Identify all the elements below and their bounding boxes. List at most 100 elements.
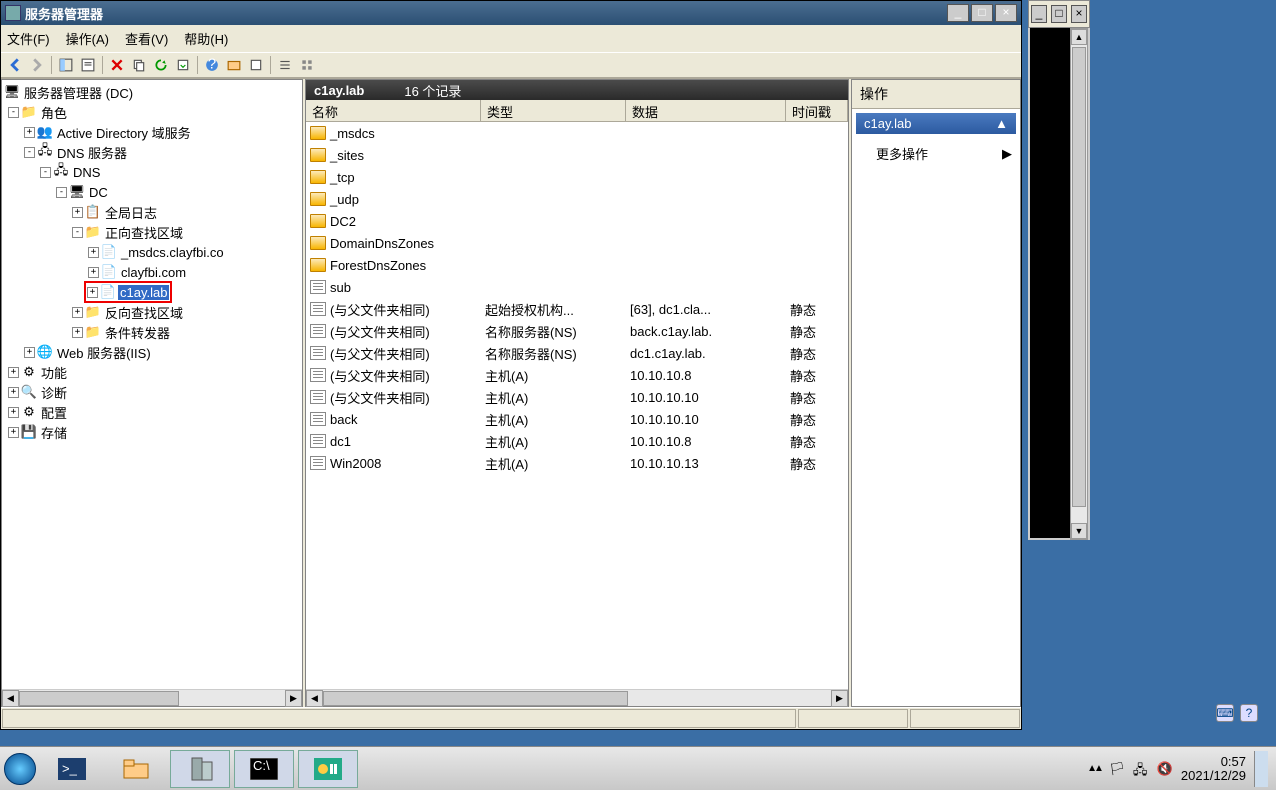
network-icon[interactable]: 🖧 bbox=[1133, 761, 1149, 777]
collapse-icon[interactable]: - bbox=[72, 227, 83, 238]
list-item[interactable]: ForestDnsZones bbox=[306, 254, 848, 276]
detail-view-button[interactable] bbox=[297, 55, 317, 75]
scroll-down-button[interactable]: ▼ bbox=[1071, 523, 1087, 539]
list-item[interactable]: _msdcs bbox=[306, 122, 848, 144]
list-item[interactable]: _tcp bbox=[306, 166, 848, 188]
flag-icon[interactable]: 🏳 bbox=[1109, 761, 1125, 777]
scroll-up-button[interactable]: ▲ bbox=[1071, 29, 1087, 45]
tree-node-zone-msdcs[interactable]: +📄_msdcs.clayfbi.co bbox=[2, 242, 302, 262]
list-item[interactable]: DomainDnsZones bbox=[306, 232, 848, 254]
tree-node-iis[interactable]: +🌐Web 服务器(IIS) bbox=[2, 342, 302, 362]
navigation-tree[interactable]: 🖥服务器管理器 (DC) -📁角色 +👥Active Directory 域服务… bbox=[2, 80, 302, 689]
list-item[interactable]: _sites bbox=[306, 144, 848, 166]
scroll-left-button[interactable]: ◀ bbox=[306, 690, 323, 707]
tree-node-storage[interactable]: +💾存储 bbox=[2, 422, 302, 442]
list-item[interactable]: back主机(A)10.10.10.10静态 bbox=[306, 408, 848, 430]
col-timestamp[interactable]: 时间戳 bbox=[786, 100, 848, 121]
collapse-icon[interactable]: - bbox=[24, 147, 35, 158]
taskbar-item-powershell[interactable]: >_ bbox=[42, 750, 102, 788]
expand-icon[interactable]: + bbox=[24, 127, 35, 138]
menu-help[interactable]: 帮助(H) bbox=[184, 29, 228, 48]
copy-button[interactable] bbox=[129, 55, 149, 75]
tree-node-reverse-zones[interactable]: +📁反向查找区域 bbox=[2, 302, 302, 322]
nav-back-button[interactable] bbox=[5, 55, 25, 75]
bg-close-button[interactable]: × bbox=[1071, 5, 1087, 23]
volume-icon[interactable]: 🔇 bbox=[1157, 761, 1173, 777]
list-item[interactable]: (与父文件夹相同)起始授权机构...[63], dc1.cla...静态 bbox=[306, 298, 848, 320]
menu-action[interactable]: 操作(A) bbox=[66, 29, 109, 48]
tree-node-config[interactable]: +⚙配置 bbox=[2, 402, 302, 422]
expand-icon[interactable]: + bbox=[24, 347, 35, 358]
background-window-scrollbar[interactable]: ▲ ▼ bbox=[1070, 28, 1088, 540]
expand-icon[interactable]: + bbox=[72, 327, 83, 338]
scroll-right-button[interactable]: ▶ bbox=[285, 690, 302, 707]
delete-button[interactable] bbox=[107, 55, 127, 75]
menu-file[interactable]: 文件(F) bbox=[7, 29, 50, 48]
menu-view[interactable]: 查看(V) bbox=[125, 29, 168, 48]
show-hide-button[interactable] bbox=[56, 55, 76, 75]
list-item[interactable]: dc1主机(A)10.10.10.8静态 bbox=[306, 430, 848, 452]
collapse-icon[interactable]: - bbox=[56, 187, 67, 198]
close-button[interactable]: × bbox=[995, 4, 1017, 22]
taskbar[interactable]: >_ C:\ ▲▲ 🏳 🖧 🔇 0:57 2021/12/29 bbox=[0, 746, 1276, 790]
tree-node-forward-zones[interactable]: -📁正向查找区域 bbox=[2, 222, 302, 242]
expand-icon[interactable]: + bbox=[8, 427, 19, 438]
list-item[interactable]: Win2008主机(A)10.10.10.13静态 bbox=[306, 452, 848, 474]
clock[interactable]: 0:57 2021/12/29 bbox=[1181, 755, 1246, 783]
taskbar-item-monitor[interactable] bbox=[298, 750, 358, 788]
minimize-button[interactable]: _ bbox=[947, 4, 969, 22]
tree-scrollbar[interactable]: ◀ ▶ bbox=[2, 689, 302, 706]
tree-node-global-log[interactable]: +📋全局日志 bbox=[2, 202, 302, 222]
start-button[interactable] bbox=[4, 753, 36, 785]
new-window-button[interactable] bbox=[224, 55, 244, 75]
tree-node-root[interactable]: 🖥服务器管理器 (DC) bbox=[2, 82, 302, 102]
list-item[interactable]: sub bbox=[306, 276, 848, 298]
nav-forward-button[interactable] bbox=[27, 55, 47, 75]
collapse-icon[interactable]: - bbox=[8, 107, 19, 118]
col-data[interactable]: 数据 bbox=[626, 100, 786, 121]
col-type[interactable]: 类型 bbox=[481, 100, 626, 121]
tree-node-ad[interactable]: +👥Active Directory 域服务 bbox=[2, 122, 302, 142]
help-icon[interactable]: ? bbox=[1240, 704, 1258, 722]
properties-button[interactable] bbox=[78, 55, 98, 75]
list-scrollbar[interactable]: ◀ ▶ bbox=[306, 689, 848, 706]
show-desktop-button[interactable] bbox=[1254, 751, 1268, 787]
list-item[interactable]: DC2 bbox=[306, 210, 848, 232]
records-list[interactable]: _msdcs_sites_tcp_udpDC2DomainDnsZonesFor… bbox=[306, 122, 848, 689]
tree-node-zone-clay[interactable]: +📄c1ay.lab bbox=[2, 282, 302, 302]
expand-icon[interactable]: + bbox=[8, 407, 19, 418]
expand-icon[interactable]: + bbox=[72, 307, 83, 318]
list-item[interactable]: _udp bbox=[306, 188, 848, 210]
collapse-icon[interactable]: - bbox=[40, 167, 51, 178]
tree-node-roles[interactable]: -📁角色 bbox=[2, 102, 302, 122]
list-item[interactable]: (与父文件夹相同)主机(A)10.10.10.8静态 bbox=[306, 364, 848, 386]
refresh-button[interactable] bbox=[151, 55, 171, 75]
keyboard-icon[interactable]: ⌨ bbox=[1216, 704, 1234, 722]
tree-node-zone-clayfbi[interactable]: +📄clayfbi.com bbox=[2, 262, 302, 282]
expand-icon[interactable]: + bbox=[8, 367, 19, 378]
expand-icon[interactable]: + bbox=[87, 287, 98, 298]
expand-icon[interactable]: + bbox=[72, 207, 83, 218]
tree-node-conditional-fwd[interactable]: +📁条件转发器 bbox=[2, 322, 302, 342]
scroll-right-button[interactable]: ▶ bbox=[831, 690, 848, 707]
expand-icon[interactable]: + bbox=[88, 247, 99, 258]
tray-chevrons-icon[interactable]: ▲▲ bbox=[1087, 763, 1101, 774]
list-view-button[interactable] bbox=[275, 55, 295, 75]
expand-icon[interactable]: + bbox=[8, 387, 19, 398]
tree-node-dc[interactable]: -🖥DC bbox=[2, 182, 302, 202]
taskbar-item-explorer[interactable] bbox=[106, 750, 166, 788]
scroll-left-button[interactable]: ◀ bbox=[2, 690, 19, 707]
list-item[interactable]: (与父文件夹相同)名称服务器(NS)dc1.c1ay.lab.静态 bbox=[306, 342, 848, 364]
scroll-thumb[interactable] bbox=[1072, 47, 1086, 507]
bg-minimize-button[interactable]: _ bbox=[1031, 5, 1047, 23]
tree-node-features[interactable]: +⚙功能 bbox=[2, 362, 302, 382]
taskbar-item-cmd[interactable]: C:\ bbox=[234, 750, 294, 788]
titlebar[interactable]: 服务器管理器 _ □ × bbox=[1, 1, 1021, 25]
tree-node-dns[interactable]: -🖧DNS bbox=[2, 162, 302, 182]
export-button[interactable] bbox=[173, 55, 193, 75]
list-item[interactable]: (与父文件夹相同)名称服务器(NS)back.c1ay.lab.静态 bbox=[306, 320, 848, 342]
bg-maximize-button[interactable]: □ bbox=[1051, 5, 1067, 23]
col-name[interactable]: 名称 bbox=[306, 100, 481, 121]
tree-node-diagnostics[interactable]: +🔍诊断 bbox=[2, 382, 302, 402]
list-item[interactable]: (与父文件夹相同)主机(A)10.10.10.10静态 bbox=[306, 386, 848, 408]
